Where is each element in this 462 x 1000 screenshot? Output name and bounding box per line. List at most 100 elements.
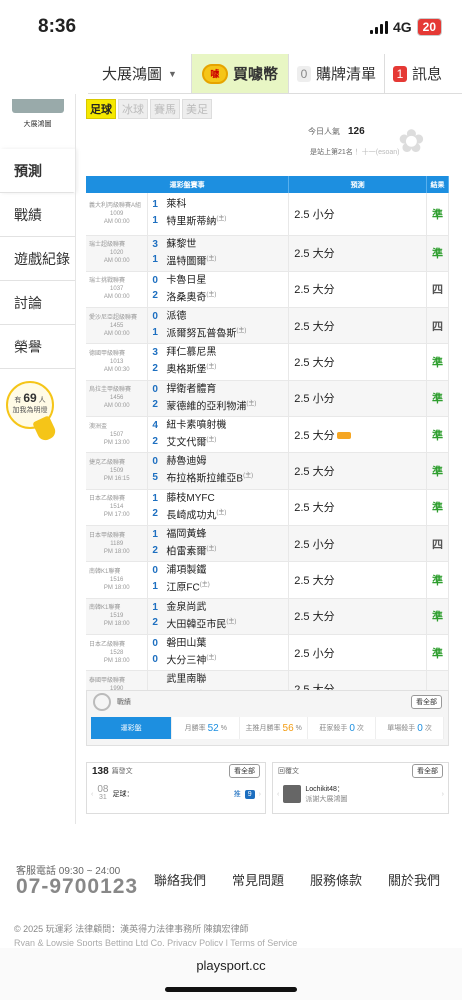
home-team-wrap: 柏雷素爾(主)	[166, 542, 216, 559]
match-number: 1456	[110, 395, 124, 402]
col-header-result: 結果	[426, 176, 450, 193]
match-teams[interactable]: 0 浦項製鐵 1 江原FC(主)	[147, 561, 290, 599]
buy-coin-button[interactable]: 噱 買噱幣	[191, 54, 288, 93]
record-cell-unit: 次	[424, 725, 432, 732]
footer-link-contact[interactable]: 聯絡我們	[154, 870, 206, 889]
match-time: PM 17:00	[103, 512, 130, 519]
cart-button[interactable]: 0 購牌清單	[287, 54, 384, 93]
result-cell: 準	[426, 380, 450, 418]
league-name: 日本乙級聯賽	[89, 496, 126, 503]
result-cell: 準	[426, 452, 450, 490]
home-score: 1	[152, 214, 158, 226]
single-killer: 單場殺手 0 次	[376, 717, 444, 739]
account-dropdown[interactable]: 大展鴻圖 ▼	[88, 54, 192, 93]
match-meta: 南韓K1聯賽 1519 PM 18:00	[86, 598, 149, 636]
reply-text-block: Lochikit48： 派謝大展鴻圖	[305, 784, 347, 804]
tab-football[interactable]: 足球	[86, 99, 116, 119]
match-meta: 義大利丙級聯賽A組 1009 AM 00:00	[86, 193, 149, 236]
table-row: 瑞士超級聯賽 1020 AM 00:00 3 蘇黎世 1 溫特圖爾(主) 2.5 大分準	[86, 235, 450, 272]
chevron-right-icon[interactable]: ›	[442, 791, 444, 798]
result-cell: 準	[426, 416, 450, 454]
tab-ice-hockey[interactable]: 冰球	[118, 99, 148, 119]
replies-view-all-button[interactable]: 看全部	[412, 764, 443, 778]
match-teams[interactable]: 1 萊科 1 特里斯蒂納(主)	[147, 193, 290, 236]
sidebar-item-honors[interactable]: 榮譽	[0, 325, 75, 369]
online-suffix: 人	[38, 397, 46, 404]
away-team: 紐卡素噴射機	[166, 420, 227, 432]
record-cell-unit: 次	[356, 725, 364, 732]
prediction-cell: 2.5 大分	[288, 489, 427, 527]
match-number: 1020	[110, 250, 124, 257]
rank-extra: ！十一(esoan)	[354, 149, 400, 156]
match-teams[interactable]: 0 赫魯迪姆 5 布拉格斯拉維亞B(主)	[147, 452, 290, 490]
home-score: 2	[152, 435, 158, 447]
reply-item[interactable]: ‹ Lochikit48： 派謝大展鴻圖 ›	[273, 779, 448, 809]
footer-legal: Ryan & Lowsie Sports Betting Ltd Co. Pri…	[14, 938, 298, 946]
league-name: 南韓K1聯賽	[89, 569, 121, 576]
home-marker: (主)	[216, 216, 227, 223]
home-team: 大分三神	[166, 655, 207, 667]
match-teams[interactable]: 0 卡魯日星 2 洛桑奧奇(主)	[147, 271, 290, 309]
home-team-wrap: 艾文代爾(主)	[166, 433, 216, 450]
away-team: 浦項製鐵	[166, 565, 207, 577]
match-teams[interactable]: 0 捍衛者體育 2 蒙德維的亞利物浦(主)	[147, 380, 290, 418]
chevron-right-icon[interactable]: ›	[259, 791, 261, 798]
footer-link-about[interactable]: 關於我們	[388, 870, 440, 889]
away-team: 拜仁慕尼黑	[166, 347, 217, 359]
result-cell: 四	[426, 307, 450, 345]
match-teams[interactable]: 1 藤枝MYFC 2 長崎成功丸(主)	[147, 489, 290, 527]
home-score: 2	[152, 363, 158, 375]
match-teams[interactable]: 1 金泉尚武 2 大田韓亞市民(主)	[147, 598, 290, 636]
chevron-left-icon[interactable]: ‹	[277, 791, 279, 798]
sidebar-item-predictions[interactable]: 預測	[0, 149, 75, 193]
home-marker: (主)	[206, 255, 217, 262]
away-team: 捍衛者體育	[166, 383, 217, 395]
match-teams[interactable]: 4 紐卡素噴射機 2 艾文代爾(主)	[147, 416, 290, 454]
browser-url-bar[interactable]: playsport.cc	[0, 948, 462, 1000]
buy-coin-label: 買噱幣	[232, 66, 278, 83]
popularity-label: 今日人氣	[308, 127, 340, 136]
chevron-left-icon[interactable]: ‹	[91, 791, 93, 798]
tab-horse-racing[interactable]: 賽馬	[150, 99, 180, 119]
footer-link-faq[interactable]: 常見問題	[232, 870, 284, 889]
record-cell-label: 月勝率	[184, 725, 206, 732]
match-number: 1509	[110, 468, 124, 475]
away-team: 武里南聯	[166, 674, 207, 686]
post-item[interactable]: ‹ 08 31 足球： 推 9 ›	[87, 779, 265, 809]
table-row: 愛沙尼亞超級聯賽 1455 AM 00:00 0 派德 1 派爾努瓦普魯斯(主) 2.5 大分…	[86, 307, 450, 345]
record-tab-lottery[interactable]: 運彩盤	[91, 717, 173, 739]
avatar[interactable]: 大展鴻圖	[0, 94, 75, 149]
target-icon	[93, 693, 111, 711]
messages-button[interactable]: 1 訊息	[383, 54, 450, 93]
service-phone[interactable]: 07-9700123	[16, 875, 138, 899]
sidebar-item-record[interactable]: 戰績	[0, 193, 75, 237]
home-team: 長崎成功丸	[166, 510, 217, 522]
sidebar-item-game-history[interactable]: 遊戲紀錄	[0, 237, 75, 281]
result-cell: 準	[426, 193, 450, 236]
record-label: 戰績	[117, 699, 131, 706]
footer-link-terms[interactable]: 服務條款	[310, 870, 362, 889]
post-reply-count: 9	[244, 789, 255, 799]
tab-american-football[interactable]: 美足	[182, 99, 212, 119]
league-name: 日本乙級聯賽	[89, 641, 126, 648]
record-view-all-button[interactable]: 看全部	[411, 695, 442, 709]
match-meta: 日本乙級聯賽 1528 PM 18:00	[86, 634, 149, 672]
match-teams[interactable]: 3 拜仁慕尼黑 2 奧格斯堡(主)	[147, 343, 290, 381]
home-marker: (主)	[236, 328, 247, 335]
match-teams[interactable]: 0 派德 1 派爾努瓦普魯斯(主)	[147, 307, 290, 345]
match-teams[interactable]: 1 福岡黃蜂 2 柏雷素爾(主)	[147, 525, 290, 563]
home-indicator[interactable]	[165, 987, 297, 992]
battery-icon: 20	[416, 18, 442, 36]
match-teams[interactable]: 0 磐田山葉 0 大分三神(主)	[147, 634, 290, 672]
home-team: 特里斯蒂納	[166, 216, 217, 228]
popularity: 今日人氣 126	[308, 126, 365, 137]
record-cell-unit: %	[295, 724, 302, 732]
follow-lamp-label: 加我為明燈	[12, 407, 48, 414]
popularity-value: 126	[348, 126, 365, 137]
sidebar-item-discussion[interactable]: 討論	[0, 281, 75, 325]
posts-view-all-button[interactable]: 看全部	[229, 764, 260, 778]
match-teams[interactable]: 3 蘇黎世 1 溫特圖爾(主)	[147, 235, 290, 272]
prediction-table: 運彩盤賽事 預測 結果 義大利丙級聯賽A組 1009 AM 00:00 1 萊科 1 特里斯…	[86, 176, 450, 708]
home-score: 1	[152, 254, 158, 266]
home-team-wrap: 大分三神(主)	[166, 651, 216, 668]
